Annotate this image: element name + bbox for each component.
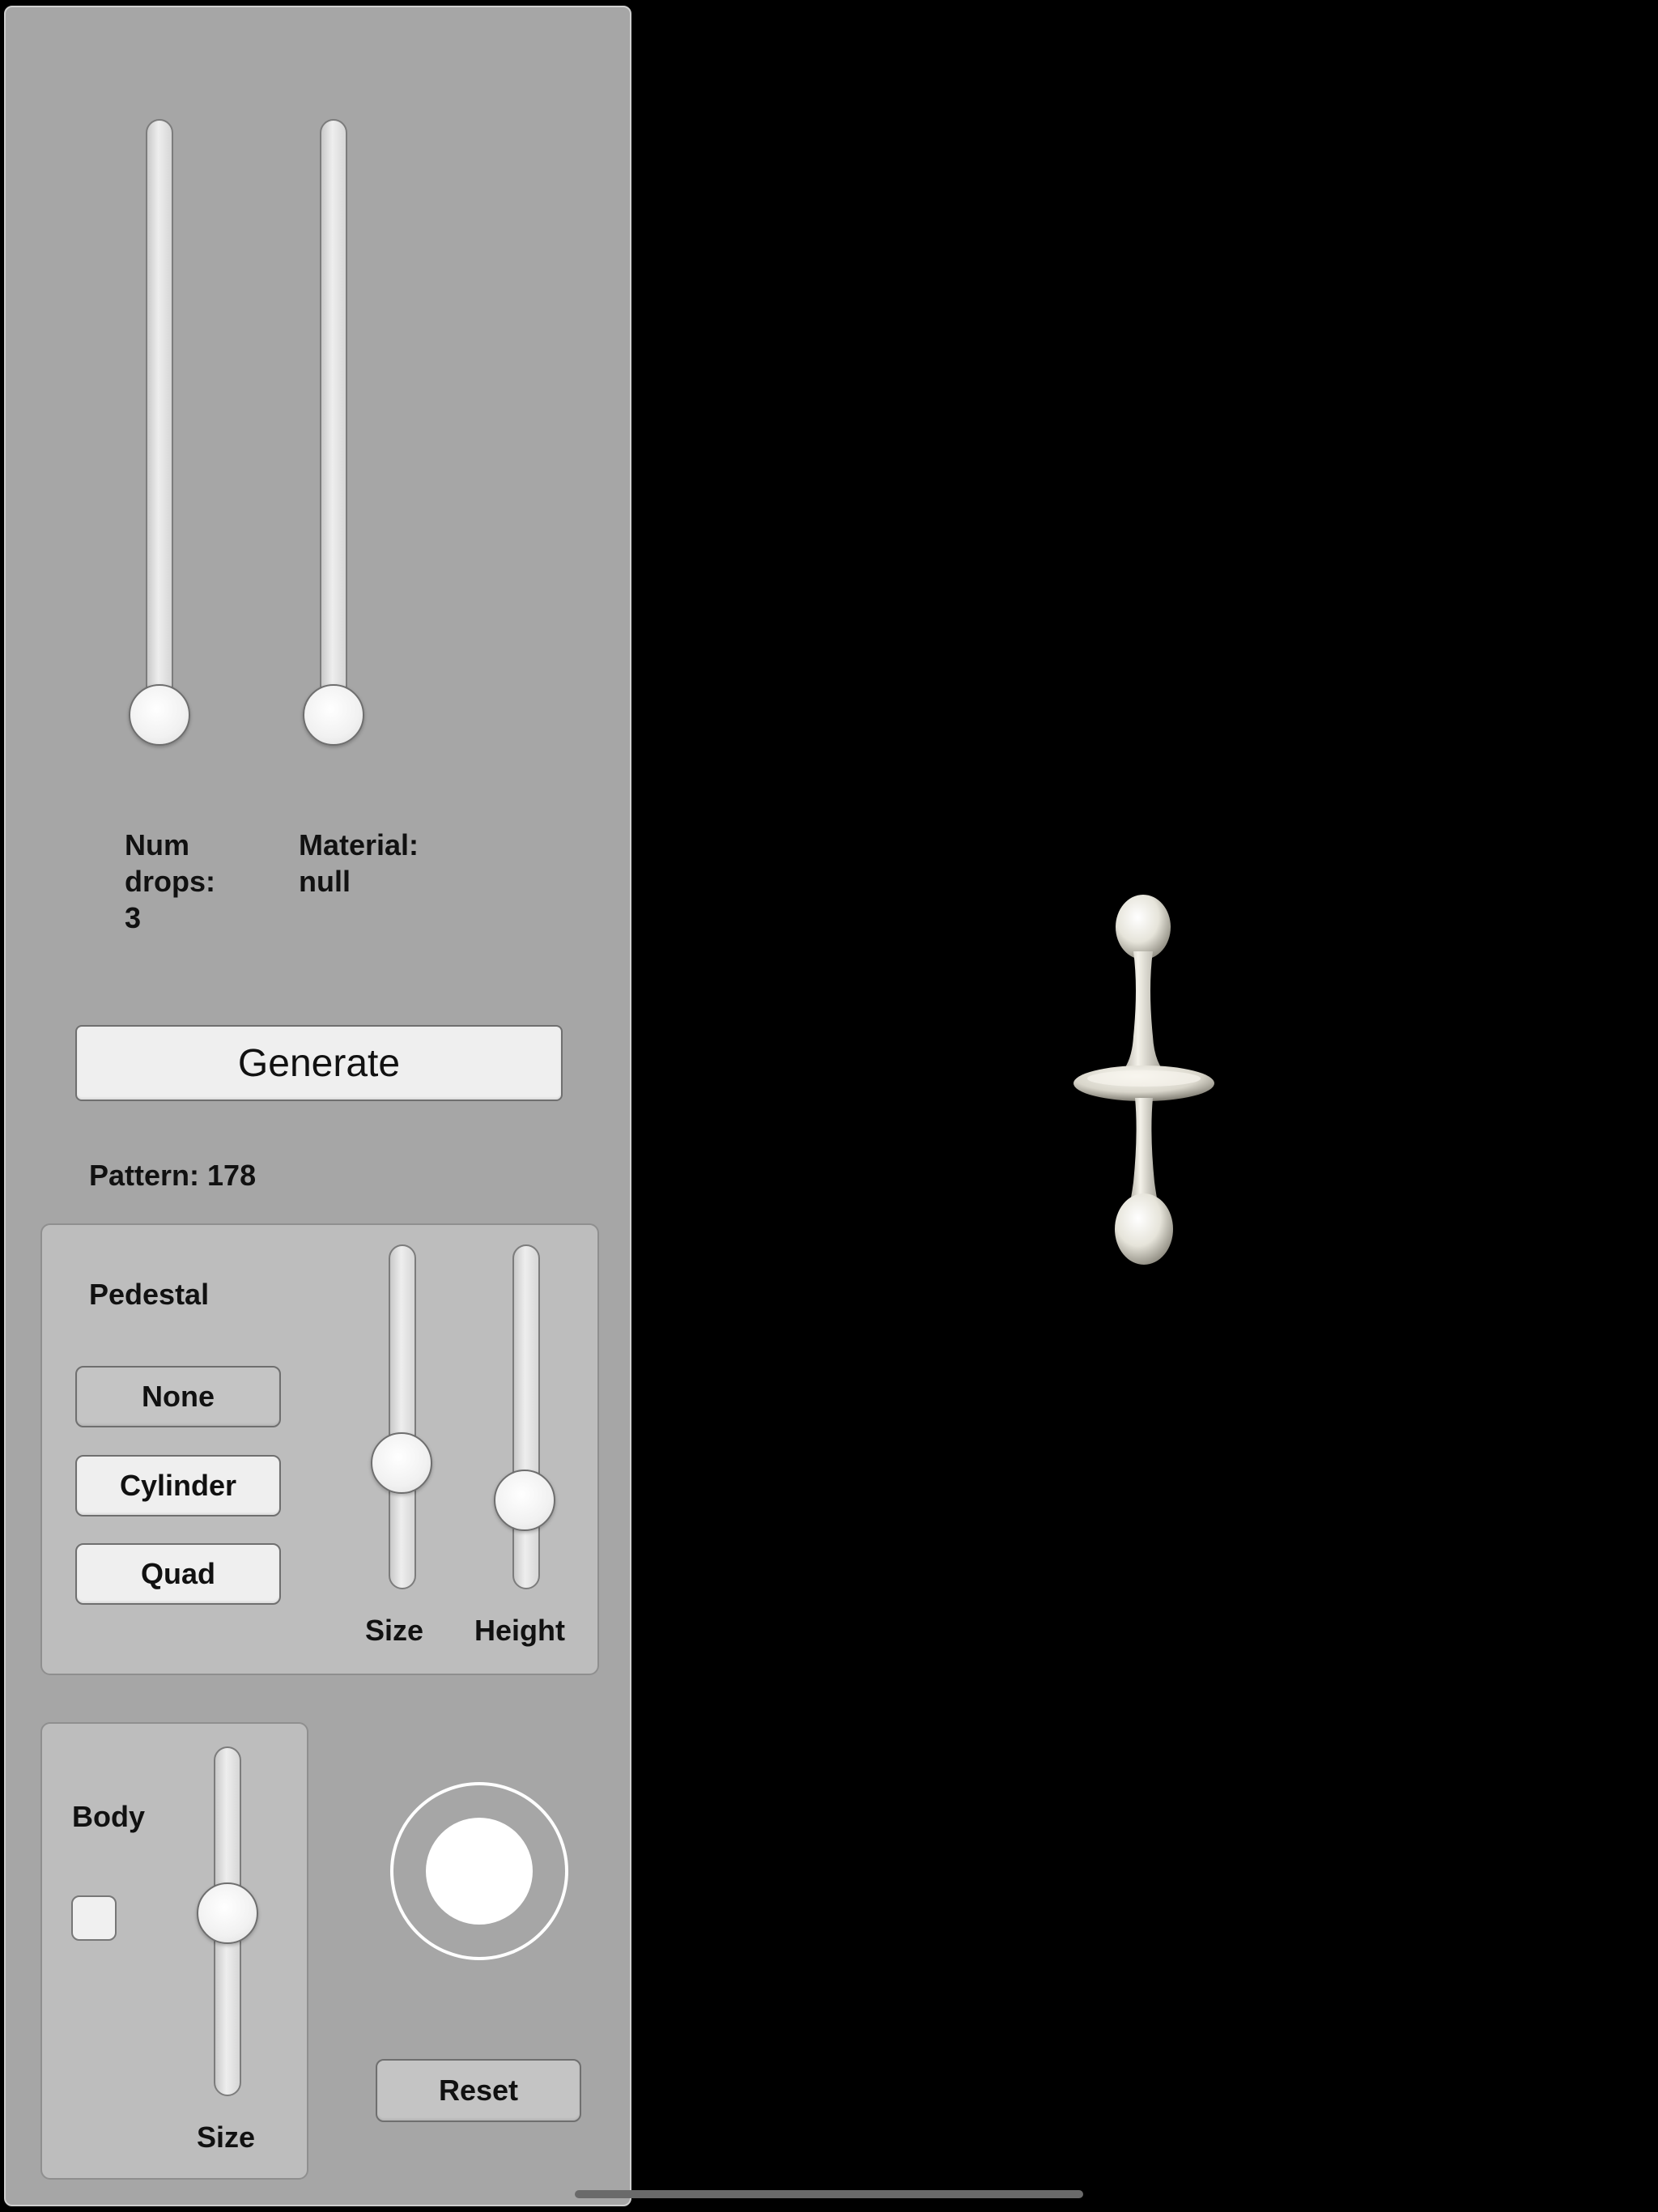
pedestal-group: Pedestal None Cylinder Quad Size Height — [40, 1223, 599, 1675]
body-size-label: Size — [197, 2121, 256, 2154]
material-label: Material: null — [299, 828, 419, 898]
pedestal-title: Pedestal — [89, 1278, 210, 1311]
material-slider[interactable] — [320, 119, 347, 734]
pedestal-none-button[interactable]: None — [75, 1366, 281, 1427]
droplet-sculpture — [1073, 895, 1214, 1265]
pedestal-height-label: Height — [474, 1614, 565, 1647]
pedestal-size-slider[interactable] — [389, 1244, 416, 1589]
joystick-knob[interactable] — [426, 1818, 533, 1925]
pedestal-cylinder-button[interactable]: Cylinder — [75, 1455, 281, 1516]
body-title: Body — [72, 1800, 145, 1833]
control-panel: Num drops: 3 Material: null Generate Pat… — [4, 6, 631, 2206]
app-screen: Num drops: 3 Material: null Generate Pat… — [0, 0, 1658, 2212]
reset-button[interactable]: Reset — [376, 2059, 581, 2122]
body-checkbox[interactable] — [71, 1895, 117, 1941]
joystick-icon[interactable] — [390, 1782, 568, 1960]
body-size-slider-thumb[interactable] — [197, 1882, 258, 1944]
num-drops-slider-thumb[interactable] — [129, 684, 190, 746]
pedestal-height-slider[interactable] — [512, 1244, 540, 1589]
generate-button[interactable]: Generate — [75, 1025, 563, 1101]
num-drops-slider[interactable] — [146, 119, 173, 734]
pedestal-size-slider-thumb[interactable] — [371, 1432, 432, 1494]
body-group: Body Size — [40, 1722, 308, 2180]
rendered-3d-object[interactable] — [1069, 891, 1222, 1271]
num-drops-label: Num drops: 3 — [125, 828, 215, 934]
pedestal-size-label: Size — [365, 1614, 424, 1647]
material-slider-thumb[interactable] — [303, 684, 364, 746]
pedestal-quad-button[interactable]: Quad — [75, 1543, 281, 1605]
home-indicator — [575, 2190, 1083, 2198]
pedestal-height-slider-thumb[interactable] — [494, 1470, 555, 1531]
pattern-label: Pattern: 178 — [89, 1159, 257, 1192]
